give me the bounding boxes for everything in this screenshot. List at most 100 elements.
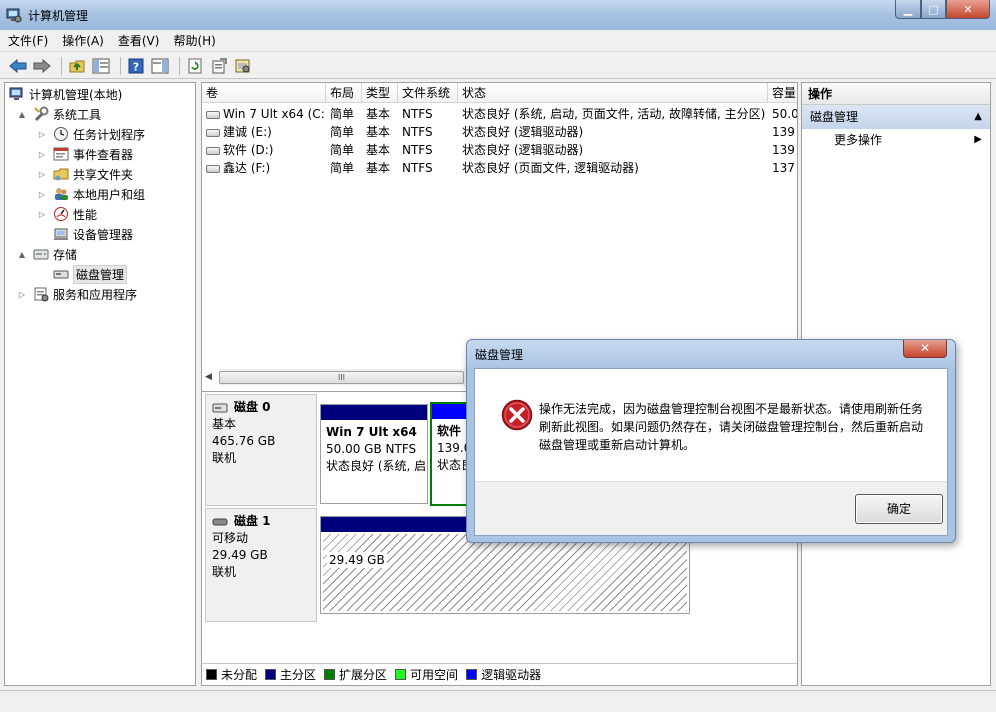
tree-item-label: 性能 [73, 207, 98, 222]
disk-name: 磁盘 0 [234, 400, 271, 414]
layout-cell: 简单 [330, 161, 355, 175]
partition-title: 软件 [437, 424, 462, 438]
volume-name-cell: 建诚 (E:) [202, 123, 326, 141]
maximize-button[interactable]: □ [921, 0, 946, 19]
services-icon [33, 286, 49, 302]
scroll-left-icon[interactable]: ◀ [205, 372, 212, 382]
menu-action[interactable]: 操作(A) [62, 32, 104, 49]
tree-item-label: 存储 [53, 247, 78, 262]
table-row[interactable]: 建诚 (E:) 简单 基本 NTFS 状态良好 (逻辑驱动器) 139 [202, 123, 797, 141]
table-row[interactable]: Win 7 Ult x64 (C:) 简单 基本 NTFS 状态良好 (系统, … [202, 105, 797, 123]
dialog-close-button[interactable]: ✕ [903, 340, 947, 358]
disk-size: 29.49 GB [212, 548, 268, 562]
actions-header: 操作 [802, 83, 990, 105]
volume-list-header: 卷 布局 类型 文件系统 状态 容量 [202, 83, 797, 103]
scrollbar-thumb[interactable]: III [219, 371, 464, 384]
tree-item-root[interactable]: 计算机管理(本地) [9, 85, 122, 103]
tree-item-storage[interactable]: ▲ 存储 [17, 245, 77, 263]
disk-type: 可移动 [212, 531, 249, 545]
table-row[interactable]: 软件 (D:) 简单 基本 NTFS 状态良好 (逻辑驱动器) 139 [202, 141, 797, 159]
properties-button[interactable] [209, 57, 229, 75]
filesystem-cell: NTFS [402, 125, 433, 139]
partition-info: 软件 139.0 状态良 [432, 419, 468, 478]
refresh-button[interactable] [185, 57, 205, 75]
disk-0-label[interactable]: 磁盘 0 基本 465.76 GB 联机 [205, 394, 317, 506]
expander-icon[interactable]: ▲ [17, 110, 27, 119]
volume-name-cell: Win 7 Ult x64 (C:) [202, 105, 326, 123]
tree-item-performance[interactable]: ▷ 性能 [37, 205, 97, 223]
removable-disk-icon [212, 518, 228, 525]
column-header-type[interactable]: 类型 [362, 83, 398, 103]
storage-icon [33, 246, 49, 262]
primary-partition-bar [321, 405, 427, 420]
column-header-volume[interactable]: 卷 [202, 83, 326, 103]
show-hide-tree-button[interactable] [91, 57, 111, 75]
up-level-button[interactable] [67, 57, 87, 75]
layout-cell: 简单 [330, 107, 355, 121]
minimize-button[interactable]: ▁ [895, 0, 921, 19]
drive-icon [206, 110, 220, 119]
type-cell: 基本 [366, 107, 391, 121]
partition-d[interactable]: 软件 139.0 状态良 [430, 402, 470, 506]
more-actions-item[interactable]: 更多操作 ▶ [802, 129, 990, 151]
tree-item-task-scheduler[interactable]: ▷ 任务计划程序 [37, 125, 145, 143]
column-header-layout[interactable]: 布局 [326, 83, 362, 103]
title-bar: 计算机管理 ▁ □ ✕ [0, 0, 996, 30]
tree-item-services-applications[interactable]: ▷ 服务和应用程序 [17, 285, 137, 303]
disk-settings-button[interactable] [233, 57, 253, 75]
column-header-capacity[interactable]: 容量 [768, 83, 797, 103]
menu-view[interactable]: 查看(V) [118, 32, 160, 49]
status-bar [0, 690, 996, 712]
clock-icon [53, 126, 69, 142]
menu-file[interactable]: 文件(F) [8, 32, 48, 49]
legend-label: 主分区 [280, 668, 317, 682]
collapse-icon[interactable]: ▲ [974, 105, 982, 129]
partition-status: 状态良好 (系统, 启 [326, 459, 427, 473]
filesystem-cell: NTFS [402, 161, 433, 175]
show-hide-action-pane-button[interactable] [150, 57, 170, 75]
tree-item-local-users-groups[interactable]: ▷ 本地用户和组 [37, 185, 145, 203]
forward-button[interactable] [32, 57, 52, 75]
window-title: 计算机管理 [28, 9, 89, 23]
disk-1-label[interactable]: 磁盘 1 可移动 29.49 GB 联机 [205, 508, 317, 622]
expander-icon[interactable]: ▷ [37, 170, 47, 179]
users-icon [53, 186, 69, 202]
column-header-filesystem[interactable]: 文件系统 [398, 83, 458, 103]
action-pane-icon [151, 58, 169, 73]
tree-item-system-tools[interactable]: ▲ 系统工具 [17, 105, 101, 123]
help-button[interactable]: ? [126, 57, 146, 75]
expander-icon[interactable]: ▷ [37, 150, 47, 159]
toolbar: ? [0, 53, 996, 79]
table-row[interactable]: 鑫达 (F:) 简单 基本 NTFS 状态良好 (页面文件, 逻辑驱动器) 13… [202, 159, 797, 177]
ok-button[interactable]: 确定 [855, 494, 943, 524]
capacity-cell: 137 [772, 161, 795, 175]
disk-name: 磁盘 1 [234, 514, 271, 528]
tree-item-label: 共享文件夹 [73, 167, 134, 182]
partition-c[interactable]: Win 7 Ult x64 ( 50.00 GB NTFS 状态良好 (系统, … [320, 404, 428, 504]
expander-icon[interactable]: ▷ [37, 130, 47, 139]
disk-status: 联机 [212, 451, 237, 465]
tree-item-event-viewer[interactable]: ▷ 事件查看器 [37, 145, 133, 163]
disk-status: 联机 [212, 565, 237, 579]
expander-icon[interactable]: ▲ [17, 250, 27, 259]
column-header-status[interactable]: 状态 [458, 83, 768, 103]
expander-icon[interactable]: ▷ [37, 210, 47, 219]
menu-bar: 文件(F) 操作(A) 查看(V) 帮助(H) [0, 30, 996, 52]
tree-item-label: 任务计划程序 [73, 127, 146, 142]
dialog-footer: 确定 [475, 481, 947, 535]
actions-section-disk-management[interactable]: 磁盘管理 ▲ [802, 105, 990, 129]
tree-item-shared-folders[interactable]: ▷ 共享文件夹 [37, 165, 133, 183]
expander-icon[interactable]: ▷ [17, 290, 27, 299]
partition-size: 139.0 [437, 441, 468, 455]
back-button[interactable] [8, 57, 28, 75]
partition-hatch: 29.49 GB [323, 534, 687, 611]
close-button[interactable]: ✕ [946, 0, 990, 19]
tree-item-device-manager[interactable]: 设备管理器 [37, 225, 133, 243]
status-cell: 状态良好 (逻辑驱动器) [462, 125, 584, 139]
drive-icon [206, 164, 220, 173]
expander-icon[interactable]: ▷ [37, 190, 47, 199]
caption-buttons: ▁ □ ✕ [895, 0, 990, 20]
tree-item-disk-management[interactable]: 磁盘管理 [37, 264, 128, 284]
menu-help[interactable]: 帮助(H) [173, 32, 215, 49]
partition-title: Win 7 Ult x64 [326, 425, 417, 439]
